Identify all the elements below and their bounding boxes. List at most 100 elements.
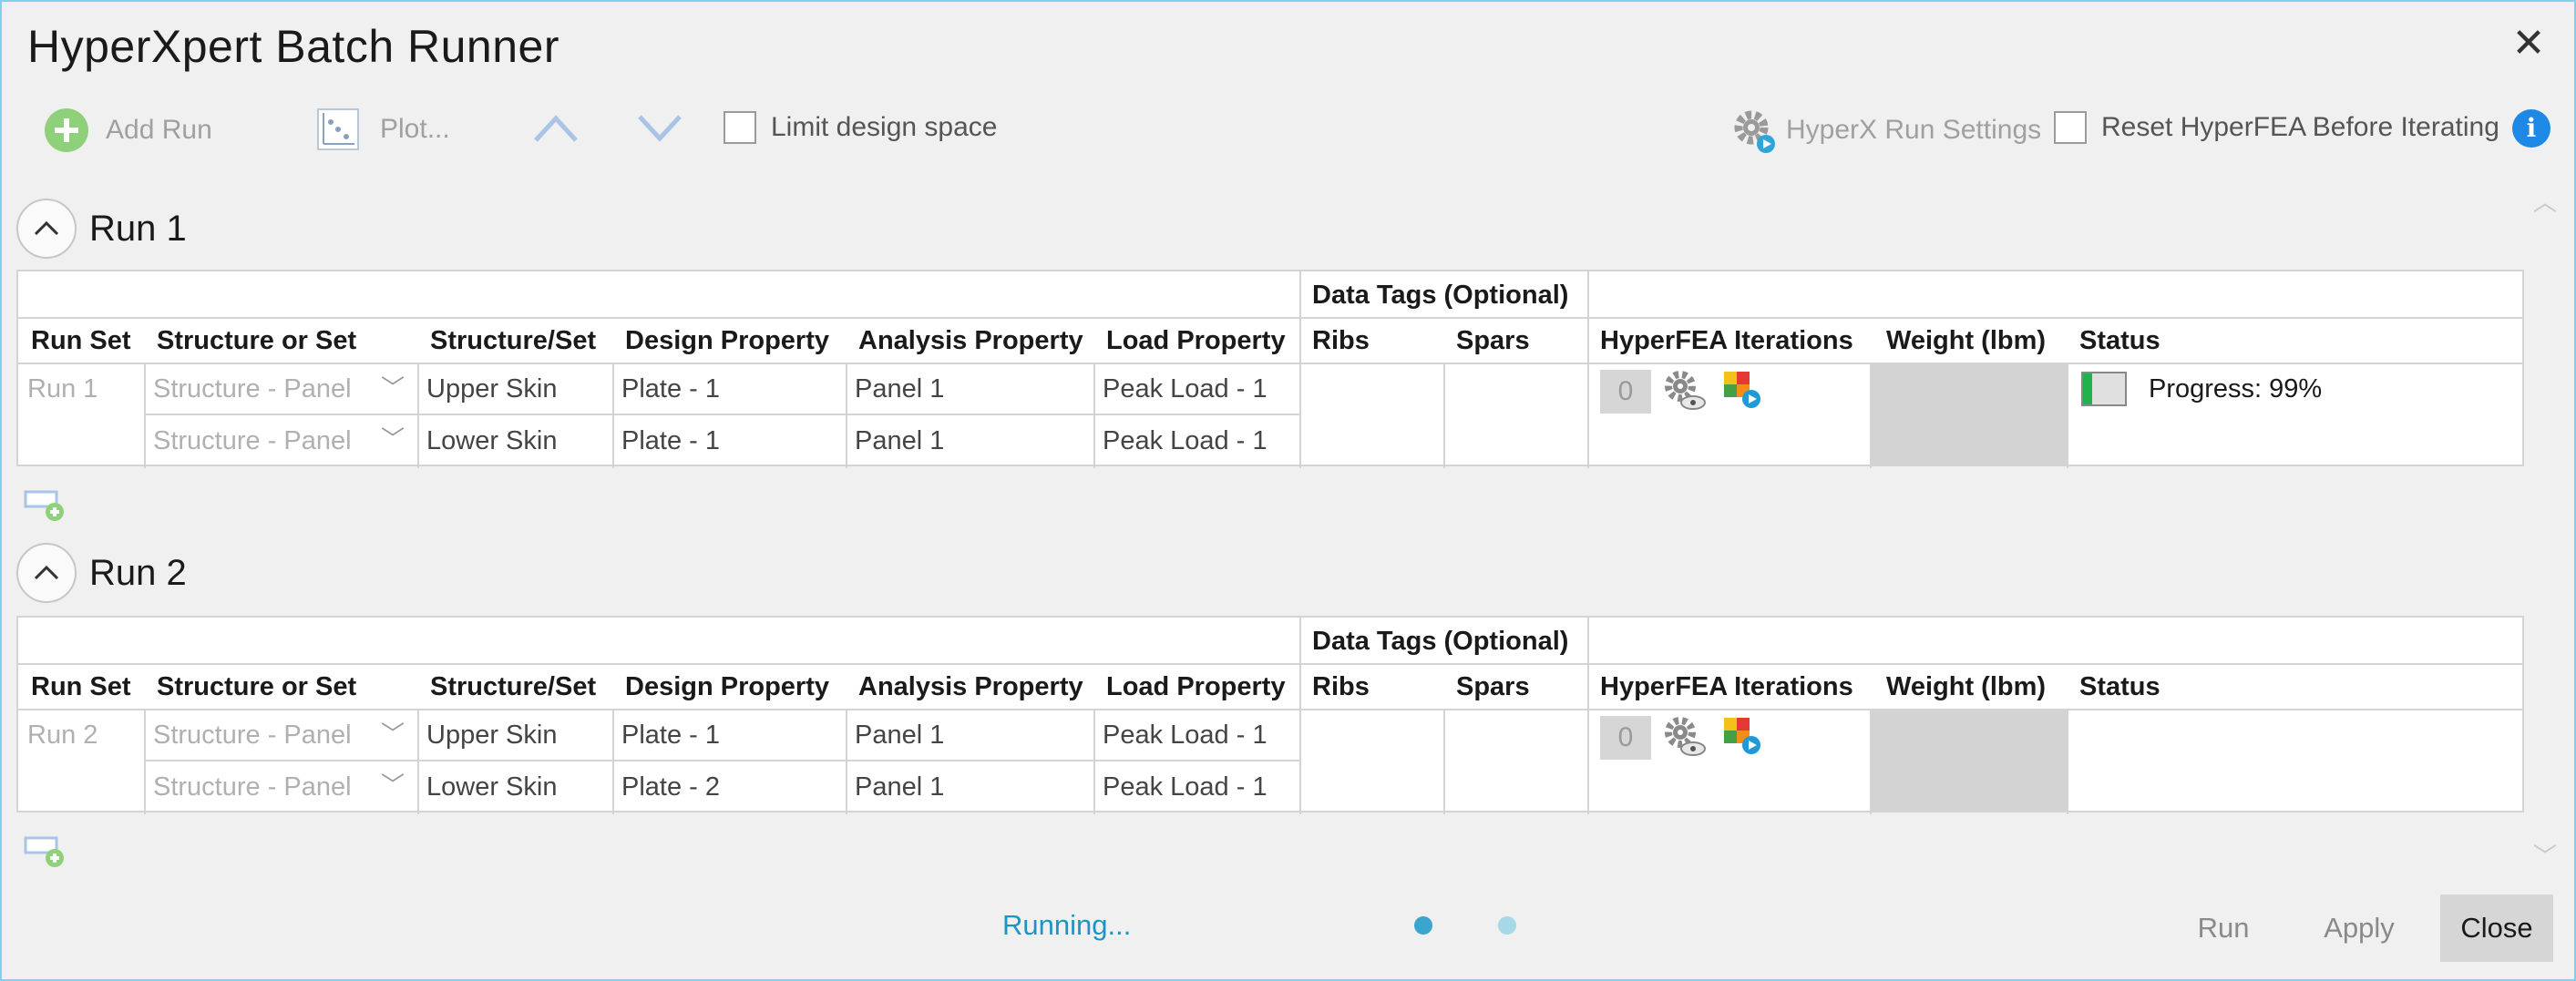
chevron-up-icon [534,115,578,142]
add-run-label: Add Run [106,115,212,145]
structure-or-set-dropdown[interactable]: Structure - Panel [146,761,352,812]
col-structure-or-set: Structure or Set [157,672,357,701]
collapse-button[interactable] [16,543,77,603]
design-property-cell[interactable]: Plate - 1 [614,364,720,414]
plot-icon [317,108,359,150]
info-icon[interactable]: i [2512,109,2550,148]
chevron-down-icon[interactable]: ﹀ [381,370,405,404]
col-hyperfea-iterations: HyperFEA Iterations [1600,326,1853,355]
run-set-cell: Run 2 [27,720,98,750]
plot-button[interactable]: Plot... [316,107,450,151]
status-text [2068,710,2076,760]
col-run-set: Run Set [31,326,131,355]
collapse-button[interactable] [16,199,77,259]
design-property-cell[interactable]: Plate - 1 [614,415,720,466]
run-settings-label: HyperX Run Settings [1786,115,2042,145]
scroll-down-arrow[interactable]: ﹀ [2533,838,2557,872]
structure-cell[interactable]: Upper Skin [419,364,557,414]
structure-cell[interactable]: Upper Skin [419,710,557,760]
status-text: Progress: 99% [2149,373,2323,404]
col-load-property: Load Property [1106,672,1286,701]
iterations-input[interactable]: 0 [1600,716,1651,760]
run-button[interactable]: Run [2174,894,2273,962]
structure-or-set-dropdown[interactable]: Structure - Panel [146,364,352,414]
analysis-property-cell[interactable]: Panel 1 [847,710,944,760]
col-design-property: Design Property [625,672,829,701]
col-load-property: Load Property [1106,326,1286,355]
iterations-input[interactable]: 0 [1600,370,1651,414]
col-hyperfea-iterations: HyperFEA Iterations [1600,672,1853,701]
run-table: Data Tags (Optional) Run Set Structure o… [16,616,2524,814]
run-title: Run 2 [89,552,187,593]
move-down-button[interactable] [636,111,683,146]
add-row-icon[interactable] [24,833,66,869]
reset-hyperfea-label: Reset HyperFEA Before Iterating [2101,112,2499,142]
checkbox-box[interactable] [724,111,756,144]
data-tags-header: Data Tags (Optional) [1312,627,1569,656]
checkbox-box[interactable] [2054,111,2087,144]
chevron-down-icon[interactable]: ﹀ [381,716,405,750]
analysis-property-cell[interactable]: Panel 1 [847,415,944,466]
running-status: Running... [1002,909,1132,941]
col-analysis-property: Analysis Property [858,672,1083,701]
add-run-button[interactable]: Add Run [44,107,212,153]
run-fea-icon[interactable] [1720,368,1764,412]
design-property-cell[interactable]: Plate - 1 [614,710,720,760]
col-ribs: Ribs [1312,326,1370,355]
chevron-down-icon[interactable]: ﹀ [381,421,405,455]
analysis-property-cell[interactable]: Panel 1 [847,761,944,812]
limit-design-space-checkbox[interactable]: Limit design space [724,111,997,144]
chevron-up-icon [34,220,59,236]
gear-eye-icon[interactable] [1660,714,1708,758]
col-analysis-property: Analysis Property [858,326,1083,355]
structure-or-set-dropdown[interactable]: Structure - Panel [146,415,352,466]
busy-indicator-dot [1414,916,1432,935]
col-structure-set: Structure/Set [430,326,597,355]
reset-hyperfea-checkbox[interactable]: Reset HyperFEA Before Iterating [2054,111,2499,144]
structure-cell[interactable]: Lower Skin [419,761,557,812]
col-weight: Weight (lbm) [1886,672,2047,701]
col-weight: Weight (lbm) [1886,326,2047,355]
move-up-button[interactable] [532,111,580,146]
chevron-down-icon [638,115,682,142]
load-property-cell[interactable]: Peak Load - 1 [1095,364,1267,414]
run-title: Run 1 [89,208,187,249]
chevron-up-icon [34,565,59,580]
col-run-set: Run Set [31,672,131,701]
load-property-cell[interactable]: Peak Load - 1 [1095,761,1267,812]
col-spars: Spars [1456,326,1530,355]
col-design-property: Design Property [625,326,829,355]
plot-label: Plot... [380,114,450,144]
close-button[interactable]: Close [2440,894,2553,962]
col-structure-or-set: Structure or Set [157,326,357,355]
close-icon[interactable]: ✕ [2509,24,2549,64]
load-property-cell[interactable]: Peak Load - 1 [1095,415,1267,466]
busy-indicator-dot [1498,916,1516,935]
design-property-cell[interactable]: Plate - 2 [614,761,720,812]
analysis-property-cell[interactable]: Panel 1 [847,364,944,414]
gear-play-icon [1734,110,1775,153]
progress-bar [2081,372,2127,406]
col-status: Status [2079,326,2160,355]
data-tags-header: Data Tags (Optional) [1312,281,1569,310]
col-structure-set: Structure/Set [430,672,597,701]
scroll-up-arrow[interactable]: ︿ [2533,184,2557,218]
apply-button[interactable]: Apply [2309,894,2409,962]
weight-cell [1872,710,2067,812]
structure-or-set-dropdown[interactable]: Structure - Panel [146,710,352,760]
col-ribs: Ribs [1312,672,1370,701]
load-property-cell[interactable]: Peak Load - 1 [1095,710,1267,760]
weight-cell [1872,364,2067,466]
structure-cell[interactable]: Lower Skin [419,415,557,466]
gear-eye-icon[interactable] [1660,368,1708,412]
run-fea-icon[interactable] [1720,714,1764,758]
chevron-down-icon[interactable]: ﹀ [381,767,405,801]
add-row-icon[interactable] [24,486,66,523]
window-title: HyperXpert Batch Runner [27,21,560,72]
run-table: Data Tags (Optional) Run Set Structure o… [16,270,2524,468]
col-status: Status [2079,672,2160,701]
plus-circle-icon [45,108,88,152]
limit-design-space-label: Limit design space [771,112,998,142]
run-set-cell: Run 1 [27,373,98,404]
run-settings-button[interactable]: HyperX Run Settings [1729,106,2041,155]
